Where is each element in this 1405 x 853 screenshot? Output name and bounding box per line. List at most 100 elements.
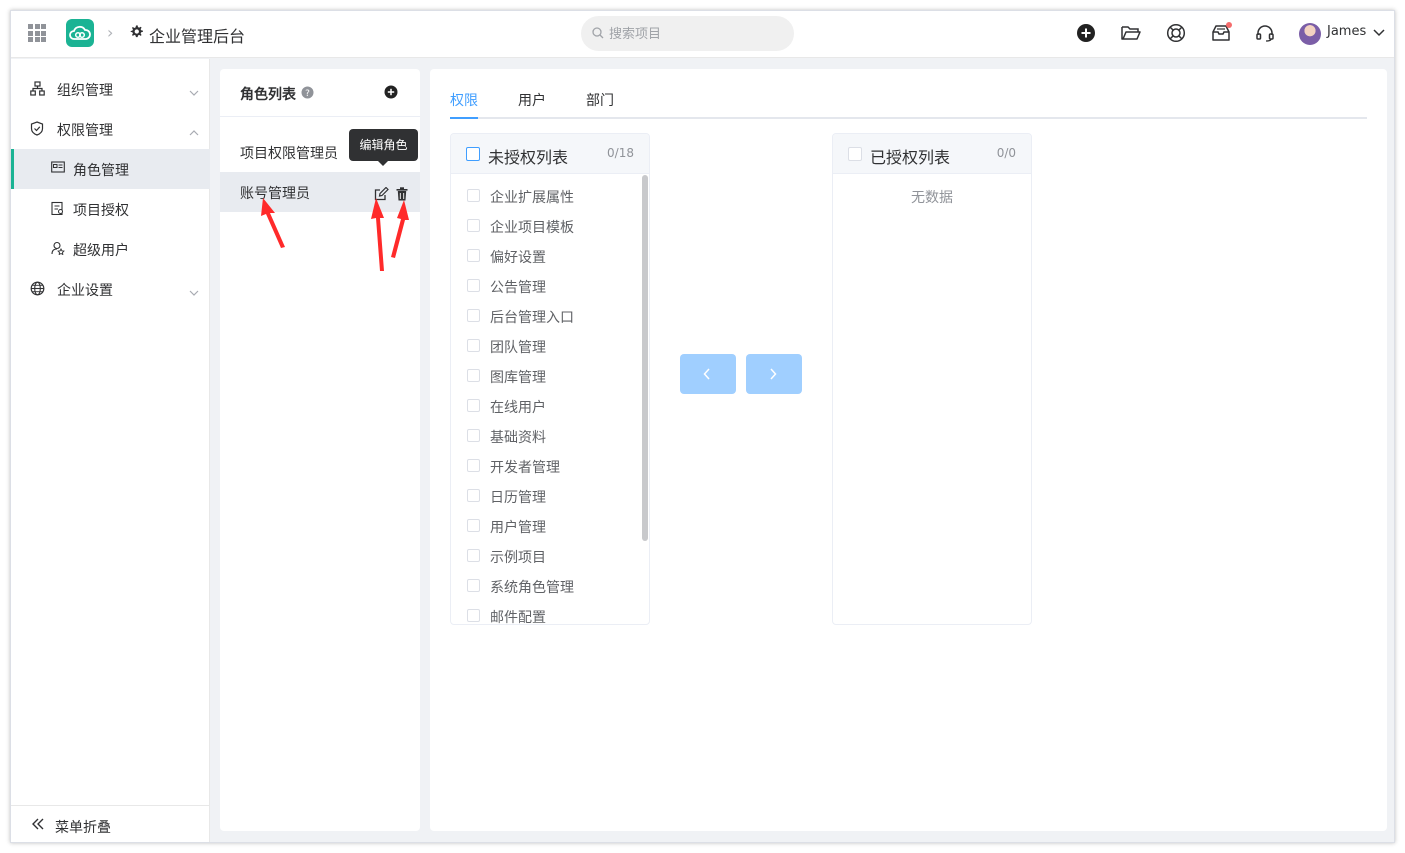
list-item[interactable]: 系统角色管理 xyxy=(451,571,639,601)
list-item[interactable]: 示例项目 xyxy=(451,541,639,571)
role-item[interactable]: 账号管理员 xyxy=(220,172,420,212)
list-item[interactable]: 后台管理入口 xyxy=(451,301,639,331)
headset-icon[interactable] xyxy=(1255,23,1277,45)
list-item-label: 开发者管理 xyxy=(490,460,560,476)
move-left-button[interactable] xyxy=(680,354,736,394)
list-item[interactable]: 用户管理 xyxy=(451,511,639,541)
shield-icon xyxy=(30,121,44,140)
item-checkbox[interactable] xyxy=(467,189,480,202)
list-item-label: 系统角色管理 xyxy=(490,580,574,596)
authorized-list-title: 已授权列表 xyxy=(870,148,951,167)
chevron-left-icon xyxy=(703,368,710,380)
role-list-header: 角色列表 ? xyxy=(220,69,420,117)
list-item-label: 企业项目模板 xyxy=(490,220,574,236)
plus-circle-icon[interactable] xyxy=(1076,23,1098,45)
sidebar-item-project-auth[interactable]: 项目授权 xyxy=(11,189,210,229)
double-chevron-left-icon xyxy=(31,818,45,834)
inbox-icon[interactable] xyxy=(1210,22,1232,45)
lifebuoy-icon[interactable] xyxy=(1166,23,1188,45)
list-item[interactable]: 基础资料 xyxy=(451,421,639,451)
role-list-title: 角色列表 xyxy=(240,87,296,103)
list-item-label: 邮件配置 xyxy=(490,610,546,625)
list-item-label: 示例项目 xyxy=(490,550,546,566)
menu-collapse-button[interactable]: 菜单折叠 xyxy=(11,805,210,842)
gear-icon xyxy=(129,24,144,43)
list-item[interactable]: 团队管理 xyxy=(451,331,639,361)
item-checkbox[interactable] xyxy=(467,369,480,382)
cloud-logo-icon[interactable] xyxy=(66,19,94,47)
unauthorized-list-title: 未授权列表 xyxy=(488,148,569,167)
chevron-down-icon[interactable] xyxy=(1373,25,1385,41)
sidebar-item-super-user[interactable]: 超级用户 xyxy=(11,229,210,269)
sidebar-item-org[interactable]: 组织管理 xyxy=(11,69,210,109)
chevron-right-icon xyxy=(770,368,777,380)
item-checkbox[interactable] xyxy=(467,489,480,502)
item-checkbox[interactable] xyxy=(467,339,480,352)
help-icon[interactable]: ? xyxy=(301,86,314,103)
tab-permission[interactable]: 权限 xyxy=(450,90,478,110)
item-checkbox[interactable] xyxy=(467,579,480,592)
move-right-button[interactable] xyxy=(746,354,802,394)
item-checkbox[interactable] xyxy=(467,279,480,292)
item-checkbox[interactable] xyxy=(467,309,480,322)
item-checkbox[interactable] xyxy=(467,519,480,532)
authorized-count: 0/0 xyxy=(996,146,1016,160)
list-scrollbar[interactable] xyxy=(642,175,648,541)
chevron-down-icon xyxy=(189,84,199,100)
item-checkbox[interactable] xyxy=(467,249,480,262)
user-name[interactable]: James xyxy=(1327,24,1366,39)
item-checkbox[interactable] xyxy=(467,609,480,622)
sidebar-item-enterprise-settings[interactable]: 企业设置 xyxy=(11,269,210,309)
list-item-label: 企业扩展属性 xyxy=(490,190,574,206)
list-item-label: 公告管理 xyxy=(490,280,546,296)
tab-users[interactable]: 用户 xyxy=(518,90,546,110)
globe-icon xyxy=(30,281,45,300)
authorized-list-header: 已授权列表 0/0 xyxy=(833,134,1031,174)
search-box[interactable] xyxy=(581,16,794,51)
role-item-label: 账号管理员 xyxy=(240,186,310,202)
unauthorized-list[interactable]: 企业扩展属性 企业项目模板 偏好设置 公告管理 后台管理入口 团队管理 图库管理… xyxy=(451,175,649,625)
chevron-up-icon xyxy=(189,124,199,140)
sidebar-item-permission[interactable]: 权限管理 xyxy=(11,109,210,149)
role-item-label: 项目权限管理员 xyxy=(240,146,338,162)
top-header: › 企业管理后台 James xyxy=(11,11,1394,58)
list-item[interactable]: 在线用户 xyxy=(451,391,639,421)
list-item[interactable]: 公告管理 xyxy=(451,271,639,301)
empty-text: 无数据 xyxy=(911,190,953,206)
sidebar-item-role-management[interactable]: 角色管理 xyxy=(11,149,210,189)
list-item-label: 后台管理入口 xyxy=(490,310,574,326)
item-checkbox[interactable] xyxy=(467,549,480,562)
list-item[interactable]: 开发者管理 xyxy=(451,451,639,481)
chevron-right-icon: › xyxy=(107,23,114,42)
menu-collapse-label: 菜单折叠 xyxy=(55,820,111,836)
add-role-icon[interactable] xyxy=(384,85,398,103)
sidebar-item-label: 企业设置 xyxy=(57,283,113,299)
tab-departments[interactable]: 部门 xyxy=(586,90,614,110)
app-title: 企业管理后台 xyxy=(149,27,246,46)
select-all-checkbox[interactable] xyxy=(848,147,862,161)
item-checkbox[interactable] xyxy=(467,219,480,232)
list-item[interactable]: 邮件配置 xyxy=(451,601,639,625)
role-list-panel: 角色列表 ? 项目权限管理员 账号管理员 编辑角色 xyxy=(220,69,420,831)
list-item[interactable]: 企业扩展属性 xyxy=(451,181,639,211)
list-item-label: 团队管理 xyxy=(490,340,546,356)
apps-grid-icon[interactable] xyxy=(28,24,46,42)
app-window: › 企业管理后台 James xyxy=(10,10,1395,843)
sidebar: 组织管理 权限管理 角色管理 项目授权 超级用户 企业设置 菜单折叠 xyxy=(11,59,210,842)
list-item[interactable]: 图库管理 xyxy=(451,361,639,391)
select-all-checkbox[interactable] xyxy=(466,147,480,161)
notification-dot xyxy=(1226,22,1232,28)
list-item[interactable]: 日历管理 xyxy=(451,481,639,511)
item-checkbox[interactable] xyxy=(467,399,480,412)
avatar[interactable] xyxy=(1299,23,1321,45)
authorized-list-panel: 已授权列表 0/0 无数据 xyxy=(832,133,1032,625)
main-panel: 权限 用户 部门 未授权列表 0/18 企业扩展属性 企业项目模板 偏好设置 公… xyxy=(430,69,1387,831)
trash-icon[interactable] xyxy=(396,187,408,205)
item-checkbox[interactable] xyxy=(467,459,480,472)
search-input[interactable] xyxy=(609,24,779,44)
list-item[interactable]: 偏好设置 xyxy=(451,241,639,271)
list-item[interactable]: 企业项目模板 xyxy=(451,211,639,241)
edit-icon[interactable] xyxy=(374,186,389,205)
folder-open-icon[interactable] xyxy=(1120,23,1142,45)
item-checkbox[interactable] xyxy=(467,429,480,442)
